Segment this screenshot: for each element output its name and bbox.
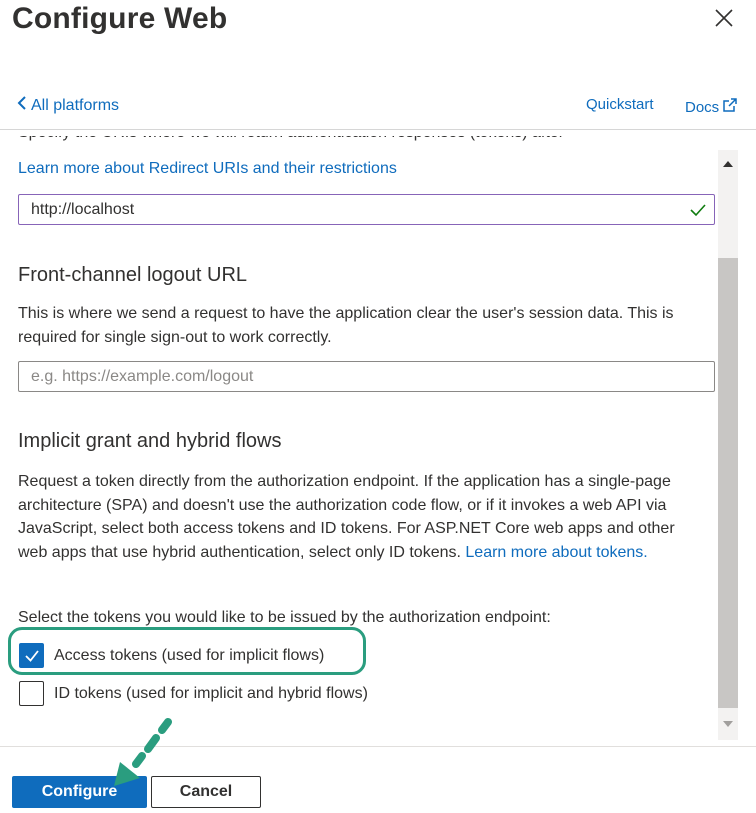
scrollbar-thumb[interactable]: [718, 258, 738, 708]
implicit-description: Request a token directly from the author…: [18, 470, 708, 564]
front-channel-heading: Front-channel logout URL: [18, 264, 248, 286]
external-link-icon: [721, 96, 739, 118]
close-icon[interactable]: [710, 4, 738, 32]
scroll-up-arrow-icon[interactable]: [718, 154, 738, 174]
front-channel-description: This is where we send a request to have …: [18, 305, 674, 346]
id-tokens-label: ID tokens (used for implicit and hybrid …: [54, 684, 368, 702]
id-tokens-checkbox[interactable]: ID tokens (used for implicit and hybrid …: [19, 681, 368, 706]
panel-title: Configure Web: [12, 2, 228, 35]
docs-label: Docs: [685, 98, 720, 116]
redirect-learn-more-link[interactable]: Learn more about Redirect URIs and their…: [18, 160, 397, 178]
checkbox-unchecked-icon[interactable]: [19, 681, 44, 706]
scroll-content: Specify the URIs where we will return au…: [0, 130, 718, 746]
back-to-platforms-link[interactable]: All platforms: [17, 96, 119, 115]
redirect-uri-input[interactable]: http://localhost: [18, 194, 715, 225]
pointer-arrow-icon: [108, 716, 180, 790]
redirect-uri-value: http://localhost: [31, 200, 135, 218]
implicit-heading: Implicit grant and hybrid flows: [18, 430, 282, 452]
docs-link[interactable]: Docs: [685, 96, 739, 118]
tokens-learn-more-link[interactable]: Learn more about tokens.: [465, 544, 647, 561]
token-select-label: Select the tokens you would like to be i…: [18, 609, 551, 626]
chevron-left-icon: [17, 96, 27, 115]
checkmark-icon: [690, 202, 706, 218]
scroll-down-arrow-icon[interactable]: [718, 714, 738, 734]
logout-url-input[interactable]: e.g. https://example.com/logout: [18, 361, 715, 392]
redirect-description-cutoff: Specify the URIs where we will return au…: [18, 136, 618, 144]
logout-url-placeholder: e.g. https://example.com/logout: [31, 367, 254, 385]
back-label: All platforms: [31, 96, 120, 114]
quickstart-link[interactable]: Quickstart: [586, 96, 654, 113]
access-tokens-highlight: [8, 627, 366, 675]
